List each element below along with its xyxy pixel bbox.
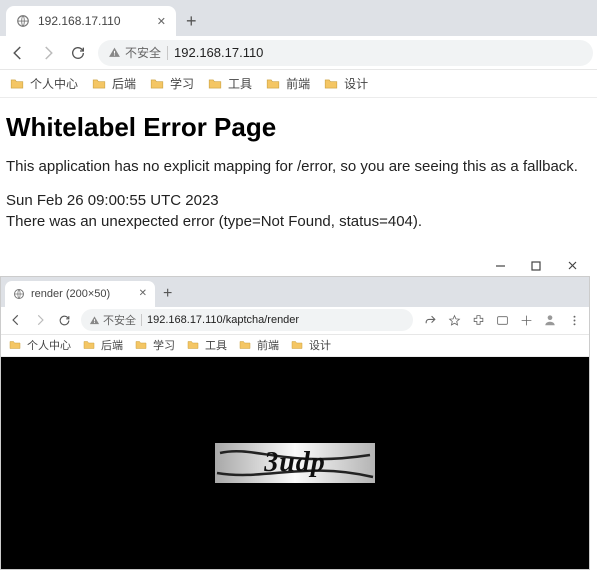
extension2-icon[interactable] <box>491 309 513 331</box>
folder-icon <box>187 340 199 350</box>
folder-icon <box>83 340 95 350</box>
minimize-button[interactable] <box>489 255 511 277</box>
back-button[interactable] <box>5 309 27 331</box>
star-icon[interactable] <box>443 309 465 331</box>
globe-icon <box>16 14 30 28</box>
bookmark-item[interactable]: 设计 <box>324 75 368 92</box>
bookmark-label: 个人中心 <box>30 75 78 92</box>
bookmarks-bar: 个人中心 后端 学习 工具 前端 设计 <box>1 335 589 357</box>
forward-button[interactable] <box>34 39 62 67</box>
bookmark-label: 后端 <box>112 75 136 92</box>
folder-icon <box>324 78 338 90</box>
globe-icon <box>13 288 25 300</box>
bookmark-label: 学习 <box>153 337 175 353</box>
folder-icon <box>208 78 222 90</box>
toolbar-trailing-icons <box>419 309 585 331</box>
bookmark-label: 后端 <box>101 337 123 353</box>
bookmark-item[interactable]: 前端 <box>266 75 310 92</box>
bookmark-label: 学习 <box>170 75 194 92</box>
bookmark-item[interactable]: 学习 <box>135 337 175 353</box>
bookmark-label: 前端 <box>257 337 279 353</box>
bookmark-item[interactable]: 前端 <box>239 337 279 353</box>
bookmark-item[interactable]: 工具 <box>187 337 227 353</box>
maximize-button[interactable] <box>525 255 547 277</box>
folder-icon <box>239 340 251 350</box>
insecure-warning: 不安全 <box>108 44 161 61</box>
divider <box>167 46 168 60</box>
extension-icon[interactable] <box>467 309 489 331</box>
captcha-text: 3udp <box>264 447 326 479</box>
bookmark-label: 个人中心 <box>27 337 71 353</box>
share-icon[interactable] <box>419 309 441 331</box>
back-button[interactable] <box>4 39 32 67</box>
close-window-button[interactable] <box>561 255 583 277</box>
folder-icon <box>135 340 147 350</box>
close-tab-icon[interactable]: ✕ <box>139 288 147 299</box>
spacer <box>6 177 591 191</box>
bookmark-label: 设计 <box>309 337 331 353</box>
avatar-icon[interactable] <box>539 309 561 331</box>
bookmark-label: 工具 <box>228 75 252 92</box>
extension3-icon[interactable] <box>515 309 537 331</box>
folder-icon <box>291 340 303 350</box>
warning-triangle-icon <box>89 315 100 326</box>
security-label: 不安全 <box>103 312 136 328</box>
bookmark-item[interactable]: 学习 <box>150 75 194 92</box>
bookmark-item[interactable]: 个人中心 <box>9 337 71 353</box>
page-content: Whitelabel Error Page This application h… <box>0 98 597 246</box>
toolbar: 不安全 192.168.17.110 <box>0 36 597 70</box>
browser-tab[interactable]: 192.168.17.110 ✕ <box>6 6 176 36</box>
error-description: This application has no explicit mapping… <box>6 157 591 177</box>
captcha-image: 3udp <box>215 443 375 483</box>
reload-button[interactable] <box>64 39 92 67</box>
error-timestamp: Sun Feb 26 09:00:55 UTC 2023 <box>6 191 591 211</box>
bookmarks-bar: 个人中心 后端 学习 工具 前端 设计 <box>0 70 597 98</box>
url-text: 192.168.17.110 <box>174 45 263 60</box>
tab-title: render (200×50) <box>31 288 133 300</box>
page-content: 3udp <box>1 357 589 569</box>
new-tab-button[interactable]: + <box>155 281 180 307</box>
bookmark-item[interactable]: 后端 <box>83 337 123 353</box>
bookmark-item[interactable]: 后端 <box>92 75 136 92</box>
bookmark-item[interactable]: 工具 <box>208 75 252 92</box>
folder-icon <box>9 340 21 350</box>
reload-button[interactable] <box>53 309 75 331</box>
bookmark-item[interactable]: 设计 <box>291 337 331 353</box>
bookmark-label: 前端 <box>286 75 310 92</box>
browser-tab[interactable]: render (200×50) ✕ <box>5 281 155 307</box>
new-tab-button[interactable]: + <box>176 6 207 36</box>
menu-icon[interactable] <box>563 309 585 331</box>
address-bar[interactable]: 不安全 192.168.17.110/kaptcha/render <box>81 309 413 331</box>
bookmark-label: 工具 <box>205 337 227 353</box>
folder-icon <box>266 78 280 90</box>
bookmark-label: 设计 <box>344 75 368 92</box>
tab-title: 192.168.17.110 <box>38 14 149 28</box>
browser-window-1: 192.168.17.110 ✕ + 不安全 192.168.17.110 个人… <box>0 0 597 246</box>
window-controls <box>489 255 583 277</box>
folder-icon <box>92 78 106 90</box>
bookmark-item[interactable]: 个人中心 <box>10 75 78 92</box>
folder-icon <box>10 78 24 90</box>
address-bar[interactable]: 不安全 192.168.17.110 <box>98 40 593 66</box>
error-detail: There was an unexpected error (type=Not … <box>6 212 591 232</box>
warning-triangle-icon <box>108 46 121 59</box>
tab-bar: render (200×50) ✕ + <box>1 277 589 307</box>
divider <box>141 314 142 326</box>
toolbar: 不安全 192.168.17.110/kaptcha/render <box>1 307 589 335</box>
tab-bar: 192.168.17.110 ✕ + <box>0 0 597 36</box>
forward-button[interactable] <box>29 309 51 331</box>
url-text: 192.168.17.110/kaptcha/render <box>147 314 299 326</box>
browser-window-2: render (200×50) ✕ + 不安全 192.168.17.110/k… <box>0 276 590 570</box>
close-tab-icon[interactable]: ✕ <box>157 15 166 28</box>
error-heading: Whitelabel Error Page <box>6 106 591 157</box>
insecure-warning: 不安全 <box>89 312 136 328</box>
folder-icon <box>150 78 164 90</box>
security-label: 不安全 <box>125 44 161 61</box>
